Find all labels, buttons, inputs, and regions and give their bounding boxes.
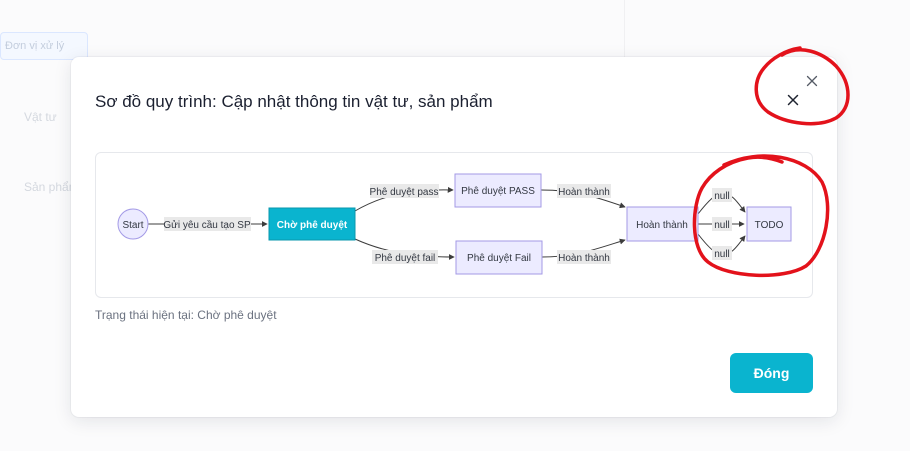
close-icon bbox=[787, 94, 799, 106]
background-row-text: Vật tư bbox=[24, 110, 57, 124]
close-dialog-button[interactable]: Đóng bbox=[730, 353, 813, 393]
modal-title: Sơ đồ quy trình: Cập nhật thông tin vật … bbox=[95, 92, 493, 111]
background-field-text: Đơn vị xử lý bbox=[5, 40, 65, 52]
workflow-modal: Sơ đồ quy trình: Cập nhật thông tin vật … bbox=[71, 57, 837, 417]
current-status-text: Trạng thái hiện tại: Chờ phê duyệt bbox=[95, 308, 277, 322]
node-done-label: Hoàn thành bbox=[636, 220, 688, 231]
close-icon bbox=[806, 75, 818, 87]
edge-label-approve-pass: Phê duyệt pass bbox=[370, 187, 439, 198]
node-start-label: Start bbox=[122, 220, 143, 231]
edge-label-fail-done: Hoàn thành bbox=[558, 253, 610, 264]
edge-label-pass-done: Hoàn thành bbox=[558, 187, 610, 198]
workflow-diagram: Gửi yêu cầu tạo SP Phê duyệt pass Phê du… bbox=[95, 152, 813, 298]
edge-label-null-mid: null bbox=[714, 220, 730, 231]
edge-label-null-top: null bbox=[714, 191, 730, 202]
edge-label-approve-fail: Phê duyệt fail bbox=[375, 253, 436, 264]
background-divider bbox=[624, 0, 625, 60]
edge-label-null-bottom: null bbox=[714, 249, 730, 260]
close-icon-button[interactable] bbox=[781, 88, 805, 112]
workflow-diagram-canvas: Gửi yêu cầu tạo SP Phê duyệt pass Phê du… bbox=[117, 173, 792, 275]
node-pass-label: Phê duyệt PASS bbox=[461, 186, 535, 197]
node-pending-label: Chờ phê duyệt bbox=[277, 220, 348, 231]
edge-label-submit: Gửi yêu cầu tạo SP bbox=[163, 219, 251, 231]
node-todo-label: TODO bbox=[755, 220, 784, 231]
background-filter-field: Đơn vị xử lý bbox=[0, 32, 88, 60]
node-fail-label: Phê duyệt Fail bbox=[467, 253, 531, 264]
